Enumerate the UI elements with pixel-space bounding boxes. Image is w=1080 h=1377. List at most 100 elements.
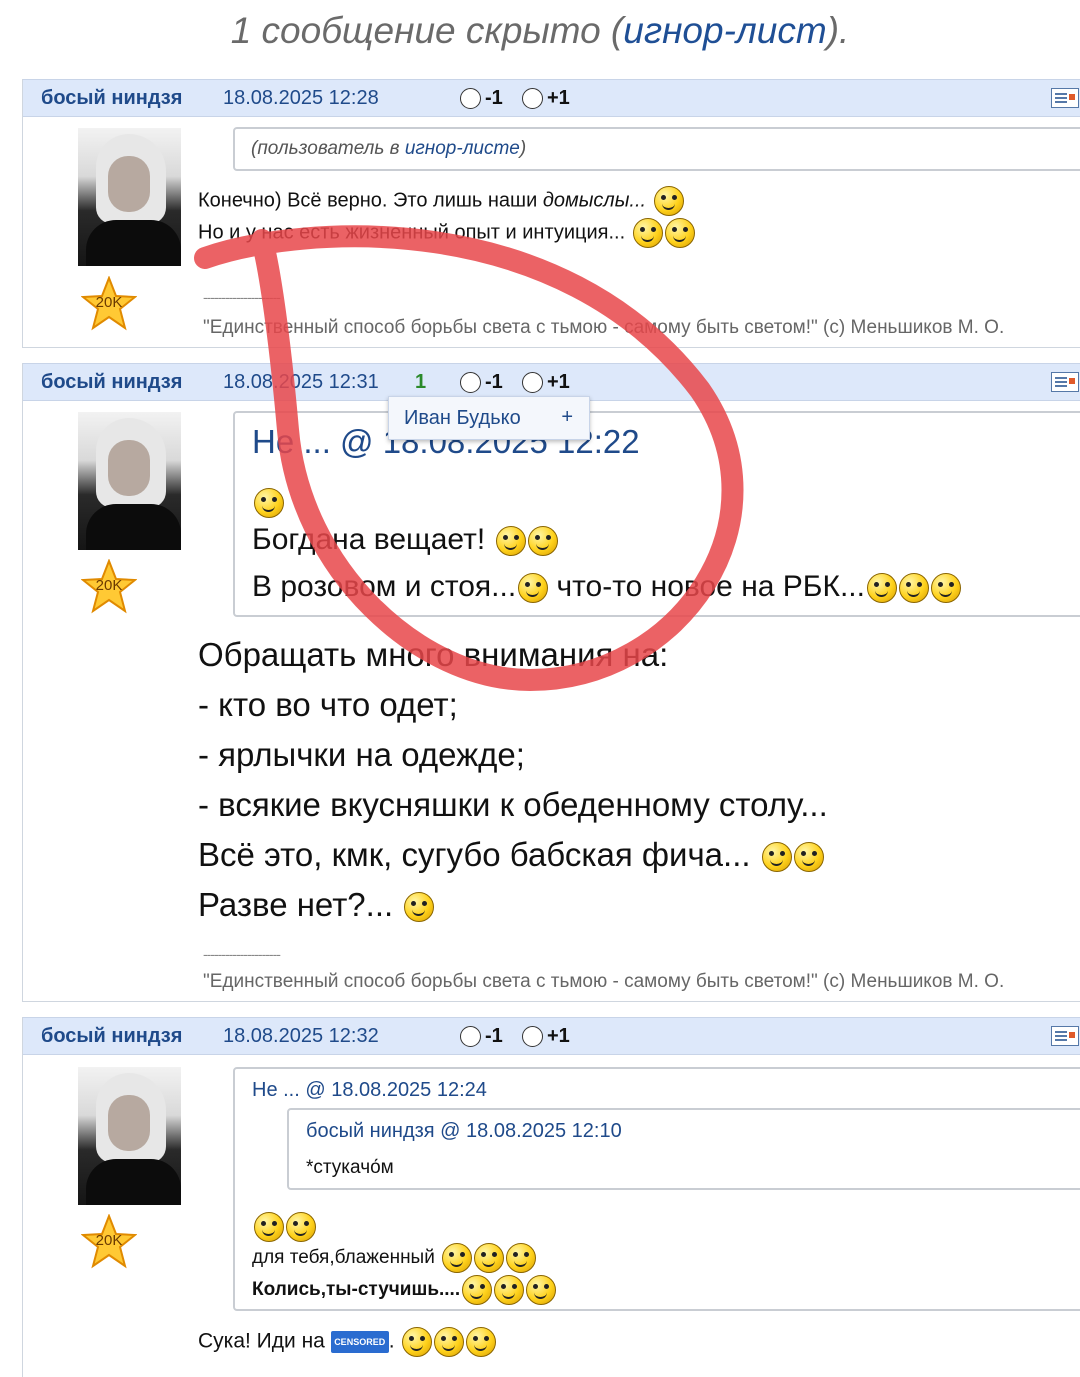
vote-minus-label: -1 — [485, 371, 503, 393]
rank-star-icon: 20K — [80, 558, 138, 615]
frown-smile-icon — [793, 842, 824, 873]
rank-badge: 20K — [95, 577, 123, 594]
forum-post: босый ниндзя 18.08.2025 12:32 -1 +1 20K … — [22, 1017, 1080, 1377]
kiss-smile-icon — [434, 1327, 465, 1357]
avatar[interactable] — [78, 1067, 181, 1205]
hidden-messages-notice: 1 сообщение скрыто (игнор-лист). — [0, 10, 1080, 52]
wondering-smile-icon — [462, 1275, 493, 1305]
quote-block: Не ... @ 18.08.2025 12:24 босый ниндзя @… — [233, 1067, 1080, 1311]
thinking-smile-icon — [518, 573, 549, 604]
rank-badge: 20K — [95, 1232, 123, 1249]
post-date[interactable]: 18.08.2025 12:32 — [223, 1025, 379, 1048]
notice-suffix: ). — [826, 10, 850, 51]
avatar[interactable] — [78, 412, 181, 550]
post-header: босый ниндзя 18.08.2025 12:28 -1 +1 — [23, 79, 1080, 117]
laugh-smile-icon — [474, 1243, 505, 1273]
quote-line: для тебя,блаженный — [252, 1243, 537, 1273]
post-body-line: - кто во что одет; — [198, 686, 458, 723]
vote-plus[interactable]: +1 — [522, 87, 570, 110]
laugh-smile-icon — [442, 1243, 473, 1273]
post-body-line: Обращать много внимания на: — [198, 636, 669, 673]
vote-minus-radio[interactable] — [460, 1026, 481, 1047]
post-date[interactable]: 18.08.2025 12:31 — [223, 371, 379, 394]
quote-text: (пользователь в — [251, 138, 405, 159]
nested-quote-block: босый ниндзя @ 18.08.2025 12:10 *стукачо… — [287, 1108, 1080, 1190]
quote-block: Не ... @ 18.08.2025 12:22 Богдана вещает… — [233, 411, 1080, 617]
quote-header[interactable]: босый ниндзя @ 18.08.2025 12:10 — [306, 1120, 622, 1143]
cool-smile-icon — [632, 218, 663, 248]
post-author[interactable]: босый ниндзя — [41, 371, 182, 394]
wondering-smile-icon — [866, 573, 897, 604]
laugh-smile-icon — [466, 1327, 497, 1357]
thinking-smile-icon — [254, 488, 284, 518]
rank-star-icon: 20K — [80, 275, 138, 332]
post-header: босый ниндзя 18.08.2025 12:32 -1 +1 — [23, 1017, 1080, 1055]
signature: "Единственный способ борьбы света с тьмо… — [203, 317, 1005, 338]
quote-block: (пользователь в игнор-листе) — [233, 127, 1080, 171]
vote-minus-label: -1 — [485, 87, 503, 109]
vote-minus-radio[interactable] — [460, 372, 481, 393]
vote-plus[interactable]: +1 — [522, 371, 570, 394]
vote-plus-label: +1 — [547, 1025, 570, 1047]
wondering-smile-icon — [404, 892, 435, 923]
post-body-line: - всякие вкусняшки к обеденному столу... — [198, 786, 828, 823]
quote-line: В розовом и стоя... что-то новое на РБК.… — [252, 570, 961, 604]
forum-post: босый ниндзя 18.08.2025 12:28 -1 +1 20K … — [22, 79, 1080, 348]
cool-smile-icon — [761, 842, 792, 873]
cool-smile-icon — [527, 526, 558, 557]
quote-line: *стукачо́м — [306, 1157, 394, 1178]
smile-icon — [930, 573, 961, 604]
laugh-smile-icon — [254, 1212, 284, 1242]
smile-icon — [664, 218, 695, 248]
quote-line: Колись,ты-стучишь.... — [252, 1275, 557, 1305]
vote-minus[interactable]: -1 — [460, 371, 503, 394]
post-body-line: - ярлычки на одежде; — [198, 736, 525, 773]
quote-line: Богдана вещает! — [252, 523, 558, 557]
notice-text: 1 сообщение скрыто ( — [230, 10, 624, 51]
vote-minus[interactable]: -1 — [460, 87, 503, 110]
private-message-icon[interactable] — [1051, 372, 1079, 392]
vote-minus-label: -1 — [485, 1025, 503, 1047]
vote-minus-radio[interactable] — [460, 88, 481, 109]
avatar[interactable] — [78, 128, 181, 266]
vote-plus[interactable]: +1 — [522, 1025, 570, 1048]
vote-minus[interactable]: -1 — [460, 1025, 503, 1048]
signature-divider: --------------------- — [203, 289, 281, 305]
post-author[interactable]: босый ниндзя — [41, 1025, 182, 1048]
forum-post: босый ниндзя 18.08.2025 12:31 1 -1 +1 20… — [22, 363, 1080, 1002]
voter-popup: Иван Будько + — [388, 396, 590, 440]
vote-plus-label: +1 — [547, 87, 570, 109]
post-body-line: Всё это, кмк, сугубо бабская фича... — [198, 836, 824, 874]
vote-plus-radio[interactable] — [522, 88, 543, 109]
post-body-line: Разве нет?... — [198, 886, 435, 924]
vote-plus-label: +1 — [547, 371, 570, 393]
signature-divider: --------------------- — [203, 946, 281, 962]
vote-plus-radio[interactable] — [522, 1026, 543, 1047]
censored-icon: CENSORED — [330, 1331, 389, 1353]
cool-smile-icon — [898, 573, 929, 604]
post-body-line: Конечно) Всё верно. Это лишь наши домысл… — [198, 186, 684, 216]
laugh-smile-icon — [526, 1275, 557, 1305]
private-message-icon[interactable] — [1051, 88, 1079, 108]
laugh-smile-icon — [495, 526, 526, 557]
vote-count[interactable]: 1 — [415, 371, 426, 394]
smile-icon — [653, 186, 684, 216]
post-date[interactable]: 18.08.2025 12:28 — [223, 87, 379, 110]
post-body-line: Но и у нас есть жизненный опыт и интуици… — [198, 218, 695, 248]
signature: "Единственный способ борьбы света с тьмо… — [203, 971, 1005, 992]
cool-smile-icon — [494, 1275, 525, 1305]
cool-smile-icon — [286, 1212, 316, 1242]
voter-name[interactable]: Иван Будько — [404, 407, 521, 430]
quote-text-end: ) — [519, 138, 527, 159]
voter-plus: + — [561, 406, 573, 428]
wink-smile-icon — [402, 1327, 433, 1357]
ignore-list-link[interactable]: игнор-листе — [405, 138, 520, 159]
quote-header[interactable]: Не ... @ 18.08.2025 12:24 — [252, 1079, 487, 1102]
vote-plus-radio[interactable] — [522, 372, 543, 393]
post-body-line: Сука! Иди на CENSORED. — [198, 1327, 497, 1357]
cool-smile-icon — [506, 1243, 537, 1273]
post-author[interactable]: босый ниндзя — [41, 87, 182, 110]
rank-star-icon: 20K — [80, 1213, 138, 1270]
ignore-list-link[interactable]: игнор-лист — [623, 10, 826, 51]
private-message-icon[interactable] — [1051, 1026, 1079, 1046]
